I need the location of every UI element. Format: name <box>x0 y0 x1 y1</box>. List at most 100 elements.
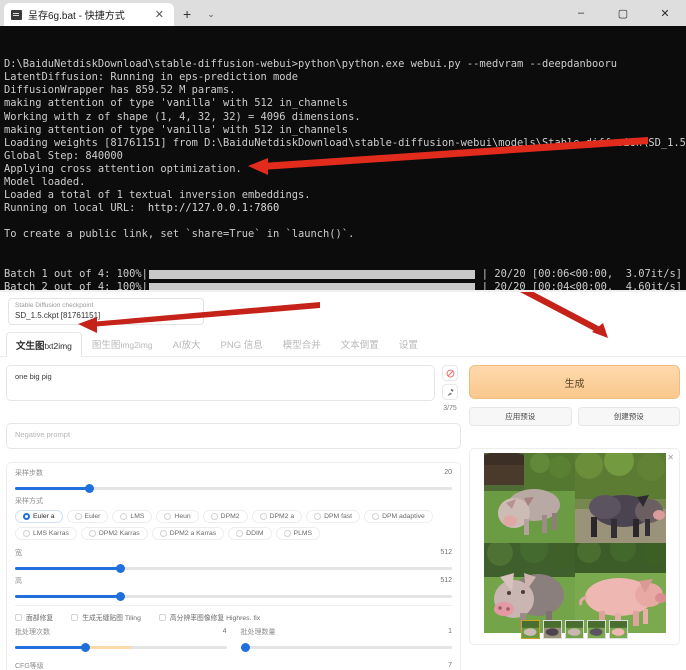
gallery-thumbnail[interactable] <box>565 620 584 639</box>
radio-icon <box>23 530 30 537</box>
gallery-thumbnail[interactable] <box>609 620 628 639</box>
sampler-option-label: DPM2 a Karras <box>170 530 216 537</box>
close-icon[interactable]: ✕ <box>667 453 674 462</box>
result-gallery: ✕ <box>469 448 680 645</box>
prompt-input[interactable]: one big pig <box>6 365 435 401</box>
local-url-link[interactable]: http://127.0.0.1:7860 <box>148 202 279 214</box>
sampler-radio-group: Euler a Euler LMS Heun DPM2 DPM2 aDPM fast DPM… <box>15 510 452 540</box>
tab-label: 设置 <box>399 340 418 351</box>
terminal-line: Applying cross attention optimization. <box>4 163 682 176</box>
apply-preset-button[interactable]: 应用预设 <box>469 407 572 426</box>
radio-icon <box>120 513 127 520</box>
height-label: 高 <box>15 577 452 587</box>
terminal-line: To create a public link, set `share=True… <box>4 228 682 241</box>
checkbox-高分辨率图像[interactable]: 高分辨率图像修复 Highres. fix <box>159 612 260 622</box>
radio-icon <box>211 513 218 520</box>
batch-count-slider[interactable] <box>15 646 227 649</box>
sampler-option-dpm-adaptive[interactable]: DPM adaptive <box>364 510 433 523</box>
height-slider-row: 高 512 <box>15 577 452 598</box>
cfg-label: CFG等级 <box>15 662 452 670</box>
batch-count-slider-row: 批处理次数 4 <box>15 628 227 649</box>
tab-txt2img[interactable]: 文生图txt2img <box>6 332 82 357</box>
sampler-option-dpm2[interactable]: DPM2 <box>203 510 248 523</box>
steps-label: 采样步数 <box>15 469 452 479</box>
cfg-slider-row: CFG等级 7 <box>15 662 452 670</box>
maximize-button[interactable]: ▢ <box>602 0 644 26</box>
height-slider[interactable] <box>15 595 452 598</box>
tab-img2img[interactable]: 图生图img2img <box>82 331 163 356</box>
apply-style-brush-icon[interactable] <box>442 384 458 400</box>
close-tab-icon[interactable]: ✕ <box>153 8 166 21</box>
preset-row: 应用预设 创建预设 <box>469 407 680 426</box>
terminal-tab[interactable]: 呈存6g.bat - 快捷方式 ✕ <box>4 3 174 26</box>
radio-icon <box>23 513 30 520</box>
image-grid <box>484 453 666 633</box>
tab-设置[interactable]: 设置 <box>389 331 428 356</box>
sampler-option-lms-karras[interactable]: LMS Karras <box>15 527 77 540</box>
close-window-button[interactable]: ✕ <box>644 0 686 26</box>
terminal-output[interactable]: D:\BaiduNetdiskDownload\stable-diffusion… <box>0 26 686 290</box>
divider <box>15 605 452 606</box>
tab-AI放大[interactable]: AI放大 <box>163 331 211 356</box>
generated-image[interactable] <box>575 453 666 543</box>
sampler-option-dpm-fast[interactable]: DPM fast <box>306 510 360 523</box>
gallery-thumbnail[interactable] <box>587 620 606 639</box>
sampler-option-plms[interactable]: PLMS <box>276 527 321 540</box>
window-titlebar: 呈存6g.bat - 快捷方式 ✕ + ⌄ – ▢ ✕ <box>0 0 686 26</box>
batch-row: 批处理次数 4 批处理数量 1 <box>15 628 452 652</box>
tab-模型合并[interactable]: 模型合并 <box>273 331 331 356</box>
terminal-icon <box>11 10 22 20</box>
progress-stats: 20/20 [00:04<00:00, 4.60it/s] <box>494 281 682 290</box>
gallery-thumbnail[interactable] <box>543 620 562 639</box>
checkbox-label: 生成无缝贴图 Tiling <box>82 612 141 622</box>
cfg-value: 7 <box>448 662 452 669</box>
checkbox-生成无缝贴图[interactable]: 生成无缝贴图 Tiling <box>71 612 141 622</box>
checkpoint-select[interactable]: Stable Diffusion checkpoint SD_1.5.ckpt … <box>8 298 204 325</box>
chevron-down-icon[interactable]: ⌄ <box>190 308 197 317</box>
create-preset-button[interactable]: 创建预设 <box>578 407 681 426</box>
checkbox-面部修复[interactable]: 面部修复 <box>15 612 53 622</box>
sampler-option-label: LMS <box>130 513 144 520</box>
sampler-option-heun[interactable]: Heun <box>156 510 198 523</box>
batch-size-slider[interactable] <box>241 646 453 649</box>
terminal-line: Model loaded. <box>4 176 682 189</box>
sampler-option-label: PLMS <box>294 530 313 537</box>
progress-bar <box>149 270 475 279</box>
sampler-option-label: Heun <box>174 513 190 520</box>
sampler-option-dpm2-karras[interactable]: DPM2 Karras <box>81 527 148 540</box>
clear-prompt-icon[interactable] <box>442 365 458 381</box>
generate-button[interactable]: 生成 <box>469 365 680 399</box>
sampler-option-dpm2-a-karras[interactable]: DPM2 a Karras <box>152 527 224 540</box>
tab-PNG 信息[interactable]: PNG 信息 <box>211 331 273 356</box>
tab-label: 图生图 <box>92 340 121 351</box>
checkbox-icon <box>15 614 22 621</box>
minimize-button[interactable]: – <box>560 0 602 26</box>
terminal-line <box>4 215 682 228</box>
terminal-progress-lines: Batch 1 out of 4: 100%| | 20/20 [00:06<0… <box>4 268 682 290</box>
prompt-side-buttons: 3/75 <box>439 365 461 412</box>
tab-label: PNG 信息 <box>221 340 263 351</box>
tab-文本倒置[interactable]: 文本倒置 <box>331 331 389 356</box>
negative-prompt-input[interactable]: Negative prompt <box>6 423 461 449</box>
tab-label: 文本倒置 <box>341 340 379 351</box>
steps-slider-row: 采样步数 20 <box>15 469 452 490</box>
sampler-option-lms[interactable]: LMS <box>112 510 152 523</box>
batch-count-label: 批处理次数 <box>15 628 227 638</box>
steps-slider[interactable] <box>15 487 452 490</box>
generated-image[interactable] <box>484 453 575 543</box>
sampler-option-dpm2-a[interactable]: DPM2 a <box>252 510 303 523</box>
tab-label: 模型合并 <box>283 340 321 351</box>
sampler-option-euler-a[interactable]: Euler a <box>15 510 63 523</box>
radio-icon <box>75 513 82 520</box>
batch-count-value: 4 <box>223 628 227 635</box>
checkpoint-label: Stable Diffusion checkpoint <box>15 301 197 310</box>
gallery-thumbnail[interactable] <box>521 620 540 639</box>
width-slider[interactable] <box>15 567 452 570</box>
options-checkbox-row: 面部修复 生成无缝贴图 Tiling 高分辨率图像修复 Highres. fix <box>15 612 452 622</box>
sampler-option-euler[interactable]: Euler <box>67 510 109 523</box>
tab-label: 文生图 <box>16 341 45 352</box>
sampler-option-ddim[interactable]: DDIM <box>228 527 271 540</box>
chevron-down-icon[interactable]: ⌄ <box>200 3 222 26</box>
new-tab-icon[interactable]: + <box>174 3 200 26</box>
radio-icon <box>236 530 243 537</box>
